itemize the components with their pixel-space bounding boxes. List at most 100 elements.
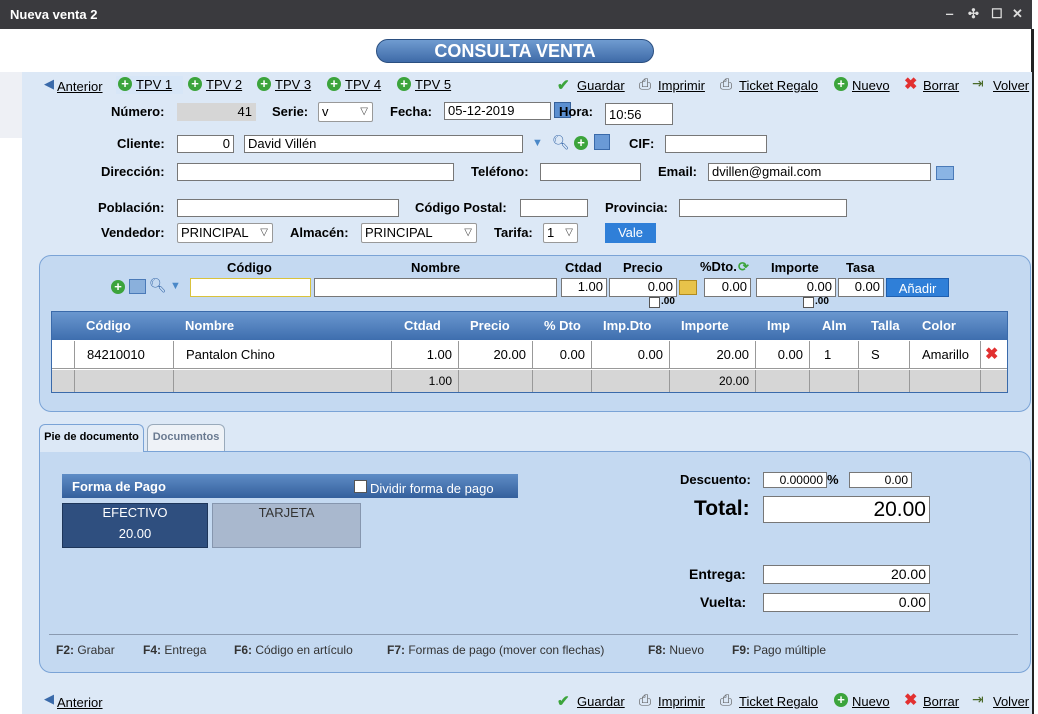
hora-field[interactable]: 10:56 bbox=[605, 103, 673, 125]
dividir-checkbox[interactable] bbox=[354, 480, 367, 493]
delete-icon: ✖ bbox=[904, 76, 918, 93]
direccion-field[interactable] bbox=[177, 163, 454, 181]
close-icon[interactable]: ✕ bbox=[1012, 6, 1023, 22]
add-icon: + bbox=[327, 77, 341, 91]
nuevo-button-bottom[interactable]: Nuevo bbox=[852, 694, 890, 709]
fecha-field[interactable]: 05-12-2019 bbox=[444, 102, 551, 120]
shortcut-text: Pago múltiple bbox=[753, 643, 827, 657]
row-selector[interactable] bbox=[52, 341, 75, 368]
telefono-field[interactable] bbox=[540, 163, 641, 181]
imprimir-button-bottom[interactable]: Imprimir bbox=[658, 694, 705, 709]
serie-select[interactable]: v ▽ bbox=[318, 102, 373, 122]
borrar-button-bottom[interactable]: Borrar bbox=[923, 694, 959, 709]
tab-tpv-1[interactable]: TPV 1 bbox=[136, 77, 172, 92]
tarjeta-button[interactable]: TARJETA bbox=[212, 503, 361, 548]
nuevo-button[interactable]: Nuevo bbox=[852, 78, 890, 93]
entry-tasa-field[interactable]: 0.00 bbox=[838, 278, 884, 297]
descuento-pct-field[interactable]: 0.00000 bbox=[763, 472, 827, 488]
entry-ctdad-label: Ctdad bbox=[565, 260, 602, 275]
vale-button[interactable]: Vale bbox=[605, 223, 656, 243]
column-header-importe[interactable]: Importe bbox=[681, 318, 729, 333]
totals-cell bbox=[592, 370, 670, 392]
add-line-icon[interactable]: + bbox=[111, 280, 125, 294]
column-header-precio[interactable]: Precio bbox=[470, 318, 510, 333]
cliente-id-field[interactable]: 0 bbox=[177, 135, 234, 153]
column-header-impdto[interactable]: Imp.Dto bbox=[603, 318, 651, 333]
efectivo-button[interactable]: EFECTIVO 20.00 bbox=[62, 503, 208, 548]
cell-alm: 1 bbox=[810, 341, 859, 368]
maximize-icon[interactable]: ☐ bbox=[991, 6, 1003, 22]
move-icon[interactable]: ✣ bbox=[968, 6, 979, 22]
email-field[interactable]: dvillen@gmail.com bbox=[708, 163, 931, 181]
cif-field[interactable] bbox=[665, 135, 767, 153]
anterior-link-bottom[interactable]: Anterior bbox=[57, 695, 103, 710]
column-header-codigo[interactable]: Código bbox=[86, 318, 131, 333]
cp-field[interactable] bbox=[520, 199, 588, 217]
descuento-field[interactable]: 0.00 bbox=[849, 472, 912, 488]
provincia-field[interactable] bbox=[679, 199, 847, 217]
column-header-talla[interactable]: Talla bbox=[871, 318, 900, 333]
entry-codigo-field[interactable] bbox=[190, 278, 311, 297]
poblacion-field[interactable] bbox=[177, 199, 399, 217]
printer-icon: ⎙ bbox=[720, 76, 733, 93]
column-header-alm[interactable]: Alm bbox=[822, 318, 847, 333]
tab-pie-de-documento[interactable]: Pie de documento bbox=[39, 424, 144, 452]
column-header-ctdad[interactable]: Ctdad bbox=[404, 318, 441, 333]
column-header-color[interactable]: Color bbox=[922, 318, 956, 333]
chevron-down-icon: ▽ bbox=[464, 227, 472, 238]
article-list-icon[interactable] bbox=[129, 279, 146, 294]
entry-dto-field[interactable]: 0.00 bbox=[704, 278, 751, 297]
add-icon: + bbox=[397, 77, 411, 91]
tab-documentos[interactable]: Documentos bbox=[147, 424, 225, 451]
minimize-icon[interactable]: ‒ bbox=[946, 6, 953, 21]
entry-ctdad-field[interactable]: 1.00 bbox=[561, 278, 607, 297]
anterior-link[interactable]: Anterior bbox=[57, 79, 103, 94]
ticket-regalo-button-bottom[interactable]: Ticket Regalo bbox=[739, 694, 818, 709]
cliente-nombre-field[interactable]: David Villén bbox=[244, 135, 523, 153]
dropdown-arrow-icon[interactable]: ▼ bbox=[532, 137, 543, 149]
guardar-button-bottom[interactable]: Guardar bbox=[577, 694, 625, 709]
anadir-button[interactable]: Añadir bbox=[886, 278, 949, 297]
arrow-left-icon[interactable]: ◀ bbox=[44, 76, 54, 92]
entry-nombre-field[interactable] bbox=[314, 278, 557, 297]
tab-tpv-4[interactable]: TPV 4 bbox=[345, 77, 381, 92]
add-client-icon[interactable]: + bbox=[574, 136, 588, 150]
refresh-icon[interactable]: ⟳ bbox=[738, 259, 749, 275]
entry-importe-field[interactable]: 0.00 bbox=[756, 278, 836, 297]
entry-precio-field[interactable]: 0.00 bbox=[609, 278, 677, 297]
send-email-icon[interactable] bbox=[936, 166, 954, 180]
search-icon[interactable]: 🔍︎ bbox=[149, 277, 167, 294]
column-header-imp[interactable]: Imp bbox=[767, 318, 790, 333]
volver-button[interactable]: Volver bbox=[993, 78, 1029, 93]
tab-tpv-3[interactable]: TPV 3 bbox=[275, 77, 311, 92]
entrega-label: Entrega: bbox=[689, 566, 746, 582]
price-tools-icon[interactable] bbox=[679, 280, 697, 295]
cell-nombre: Pantalon Chino bbox=[174, 341, 392, 368]
edit-client-icon[interactable] bbox=[594, 134, 610, 150]
guardar-button[interactable]: Guardar bbox=[577, 78, 625, 93]
add-icon: + bbox=[834, 77, 848, 91]
forma-de-pago-title: Forma de Pago bbox=[72, 479, 166, 494]
arrow-left-icon[interactable]: ◀ bbox=[44, 691, 54, 707]
vendedor-select[interactable]: PRINCIPAL ▽ bbox=[177, 223, 273, 243]
dropdown-arrow-icon[interactable]: ▼ bbox=[170, 280, 181, 292]
shortcut-key: F4: bbox=[143, 643, 161, 657]
table-row[interactable]: 84210010 Pantalon Chino 1.00 20.00 0.00 … bbox=[52, 341, 1007, 369]
tab-tpv-5[interactable]: TPV 5 bbox=[415, 77, 451, 92]
almacen-select[interactable]: PRINCIPAL ▽ bbox=[361, 223, 477, 243]
search-icon[interactable]: 🔍︎ bbox=[552, 134, 570, 151]
delete-icon: ✖ bbox=[985, 346, 999, 363]
importe-decimals-checkbox[interactable] bbox=[803, 297, 814, 308]
tab-tpv-2[interactable]: TPV 2 bbox=[206, 77, 242, 92]
tarifa-select[interactable]: 1 ▽ bbox=[543, 223, 578, 243]
shortcut-text: Nuevo bbox=[669, 643, 705, 657]
volver-button-bottom[interactable]: Volver bbox=[993, 694, 1029, 709]
column-header-nombre[interactable]: Nombre bbox=[185, 318, 234, 333]
imprimir-button[interactable]: Imprimir bbox=[658, 78, 705, 93]
ticket-regalo-button[interactable]: Ticket Regalo bbox=[739, 78, 818, 93]
column-header-dto[interactable]: % Dto bbox=[544, 318, 581, 333]
borrar-button[interactable]: Borrar bbox=[923, 78, 959, 93]
delete-row-button[interactable]: ✖ bbox=[981, 341, 1007, 368]
entrega-field[interactable]: 20.00 bbox=[763, 565, 930, 584]
precio-decimals-checkbox[interactable] bbox=[649, 297, 660, 308]
